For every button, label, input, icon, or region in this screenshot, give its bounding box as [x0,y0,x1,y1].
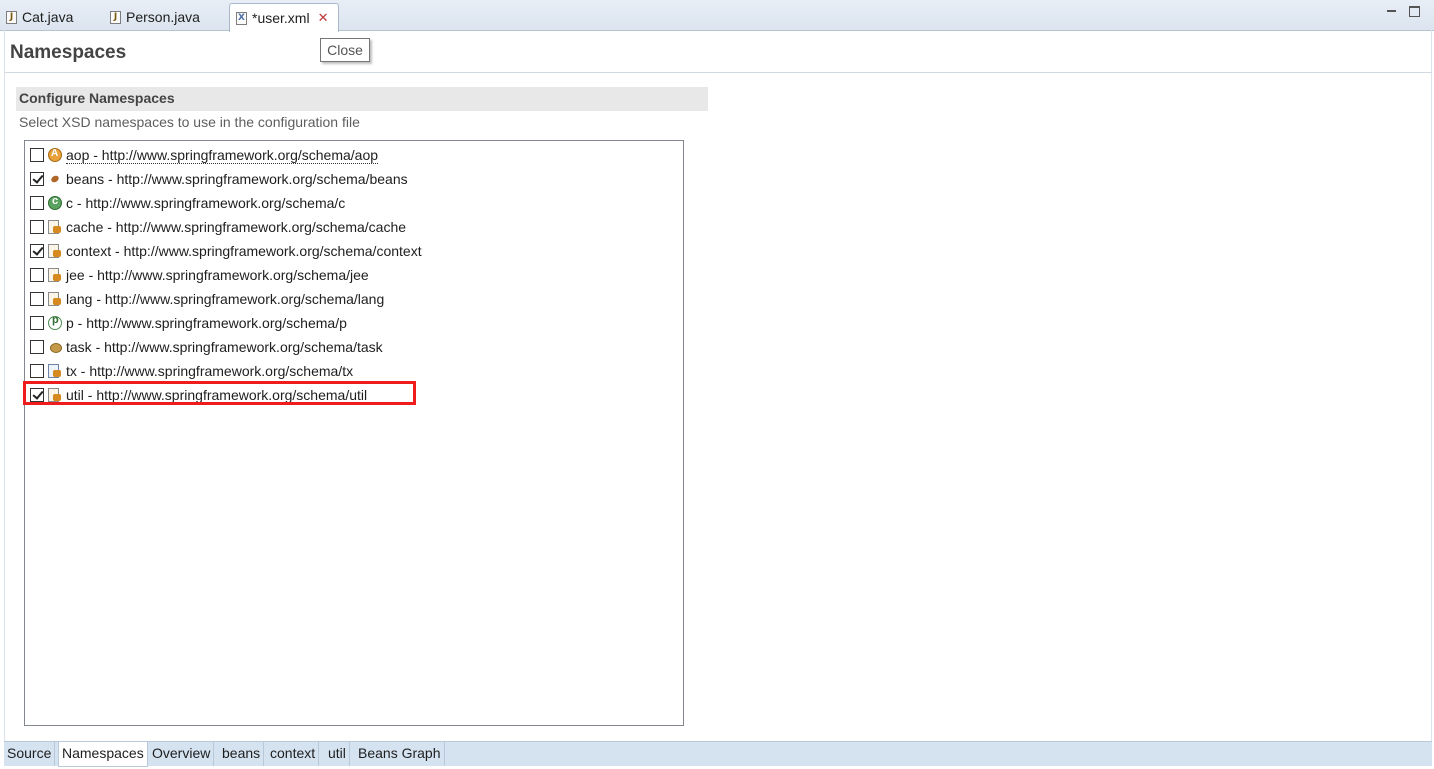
checkbox[interactable] [30,196,44,210]
editor-page-tabs: Source Namespaces Overview beans context… [4,741,1432,767]
checkbox[interactable] [30,244,44,258]
tab-beans[interactable]: beans [219,742,265,766]
list-item-c[interactable]: c - http://www.springframework.org/schem… [30,192,345,214]
minimize-icon[interactable] [1386,6,1397,17]
list-item-label: util - http://www.springframework.org/sc… [66,387,368,403]
list-item-cache[interactable]: cache - http://www.springframework.org/s… [30,216,406,238]
tab-user-xml[interactable]: X *user.xml ✕ [229,3,339,32]
checkbox[interactable] [30,268,44,282]
list-item-label: task - http://www.springframework.org/sc… [66,339,383,355]
tab-context[interactable]: context [267,742,320,766]
list-item-jee[interactable]: jee - http://www.springframework.org/sch… [30,264,369,286]
tab-label: Cat.java [22,9,74,25]
list-item-label: c - http://www.springframework.org/schem… [66,195,346,211]
section-description: Select XSD namespaces to use in the conf… [19,114,360,130]
list-item-label: beans - http://www.springframework.org/s… [66,171,408,187]
list-item-beans[interactable]: beans - http://www.springframework.org/s… [30,168,408,190]
tab-overview[interactable]: Overview [149,742,215,766]
checkbox[interactable] [30,220,44,234]
list-item-label: tx - http://www.springframework.org/sche… [66,363,354,379]
section-header[interactable]: Configure Namespaces [16,87,708,111]
list-item-aop[interactable]: aop - http://www.springframework.org/sch… [30,144,379,166]
list-item-tx[interactable]: tx - http://www.springframework.org/sche… [30,360,353,382]
list-item-lang[interactable]: lang - http://www.springframework.org/sc… [30,288,384,310]
list-item-label: context - http://www.springframework.org… [66,243,422,259]
page-title: Namespaces [10,42,127,63]
checkbox[interactable] [30,316,44,330]
list-item-p[interactable]: p - http://www.springframework.org/schem… [30,312,347,334]
xsd-doc-icon [48,292,61,306]
checkbox[interactable] [30,172,44,186]
maximize-icon[interactable] [1409,6,1420,17]
section-title: Configure Namespaces [19,90,175,106]
tab-label: *user.xml [252,10,310,26]
close-tooltip: Close [320,38,370,62]
tab-label: Person.java [126,9,200,25]
checkbox[interactable] [30,364,44,378]
list-item-context[interactable]: context - http://www.springframework.org… [30,240,422,262]
list-item-label: p - http://www.springframework.org/schem… [66,315,347,331]
p-namespace-icon [48,314,62,330]
tab-namespaces[interactable]: Namespaces [58,742,148,767]
aop-icon [48,148,62,162]
task-icon [48,340,62,354]
list-item-label: jee - http://www.springframework.org/sch… [66,267,369,283]
list-item-label: aop - http://www.springframework.org/sch… [66,146,379,164]
tab-person-java[interactable]: J Person.java [104,3,228,31]
xsd-doc-icon [48,388,61,402]
tab-source[interactable]: Source [4,742,56,766]
tab-util[interactable]: util [325,742,350,766]
bean-icon [48,172,62,186]
close-icon[interactable]: ✕ [318,11,329,26]
namespace-list[interactable]: aop - http://www.springframework.org/sch… [24,140,684,726]
checkbox[interactable] [30,388,44,402]
tx-icon [48,364,61,378]
java-file-icon: J [110,10,121,24]
checkbox[interactable] [30,148,44,162]
c-namespace-icon [48,195,62,210]
list-item-label: lang - http://www.springframework.org/sc… [66,291,385,307]
list-item-task[interactable]: task - http://www.springframework.org/sc… [30,336,383,358]
tab-beans-graph[interactable]: Beans Graph [355,742,445,766]
header-divider [4,72,1432,73]
xsd-doc-icon [48,268,61,282]
xsd-doc-icon [48,244,61,258]
tab-cat-java[interactable]: J Cat.java [0,3,100,31]
checkbox[interactable] [30,292,44,306]
list-item-label: cache - http://www.springframework.org/s… [66,219,407,235]
editor-tab-bar: J Cat.java J Person.java X *user.xml ✕ [0,0,1434,32]
window-controls [1386,6,1420,17]
xsd-doc-icon [48,220,61,234]
xml-file-icon: X [236,11,247,25]
checkbox[interactable] [30,340,44,354]
list-item-util[interactable]: util - http://www.springframework.org/sc… [30,384,367,406]
java-file-icon: J [6,10,17,24]
